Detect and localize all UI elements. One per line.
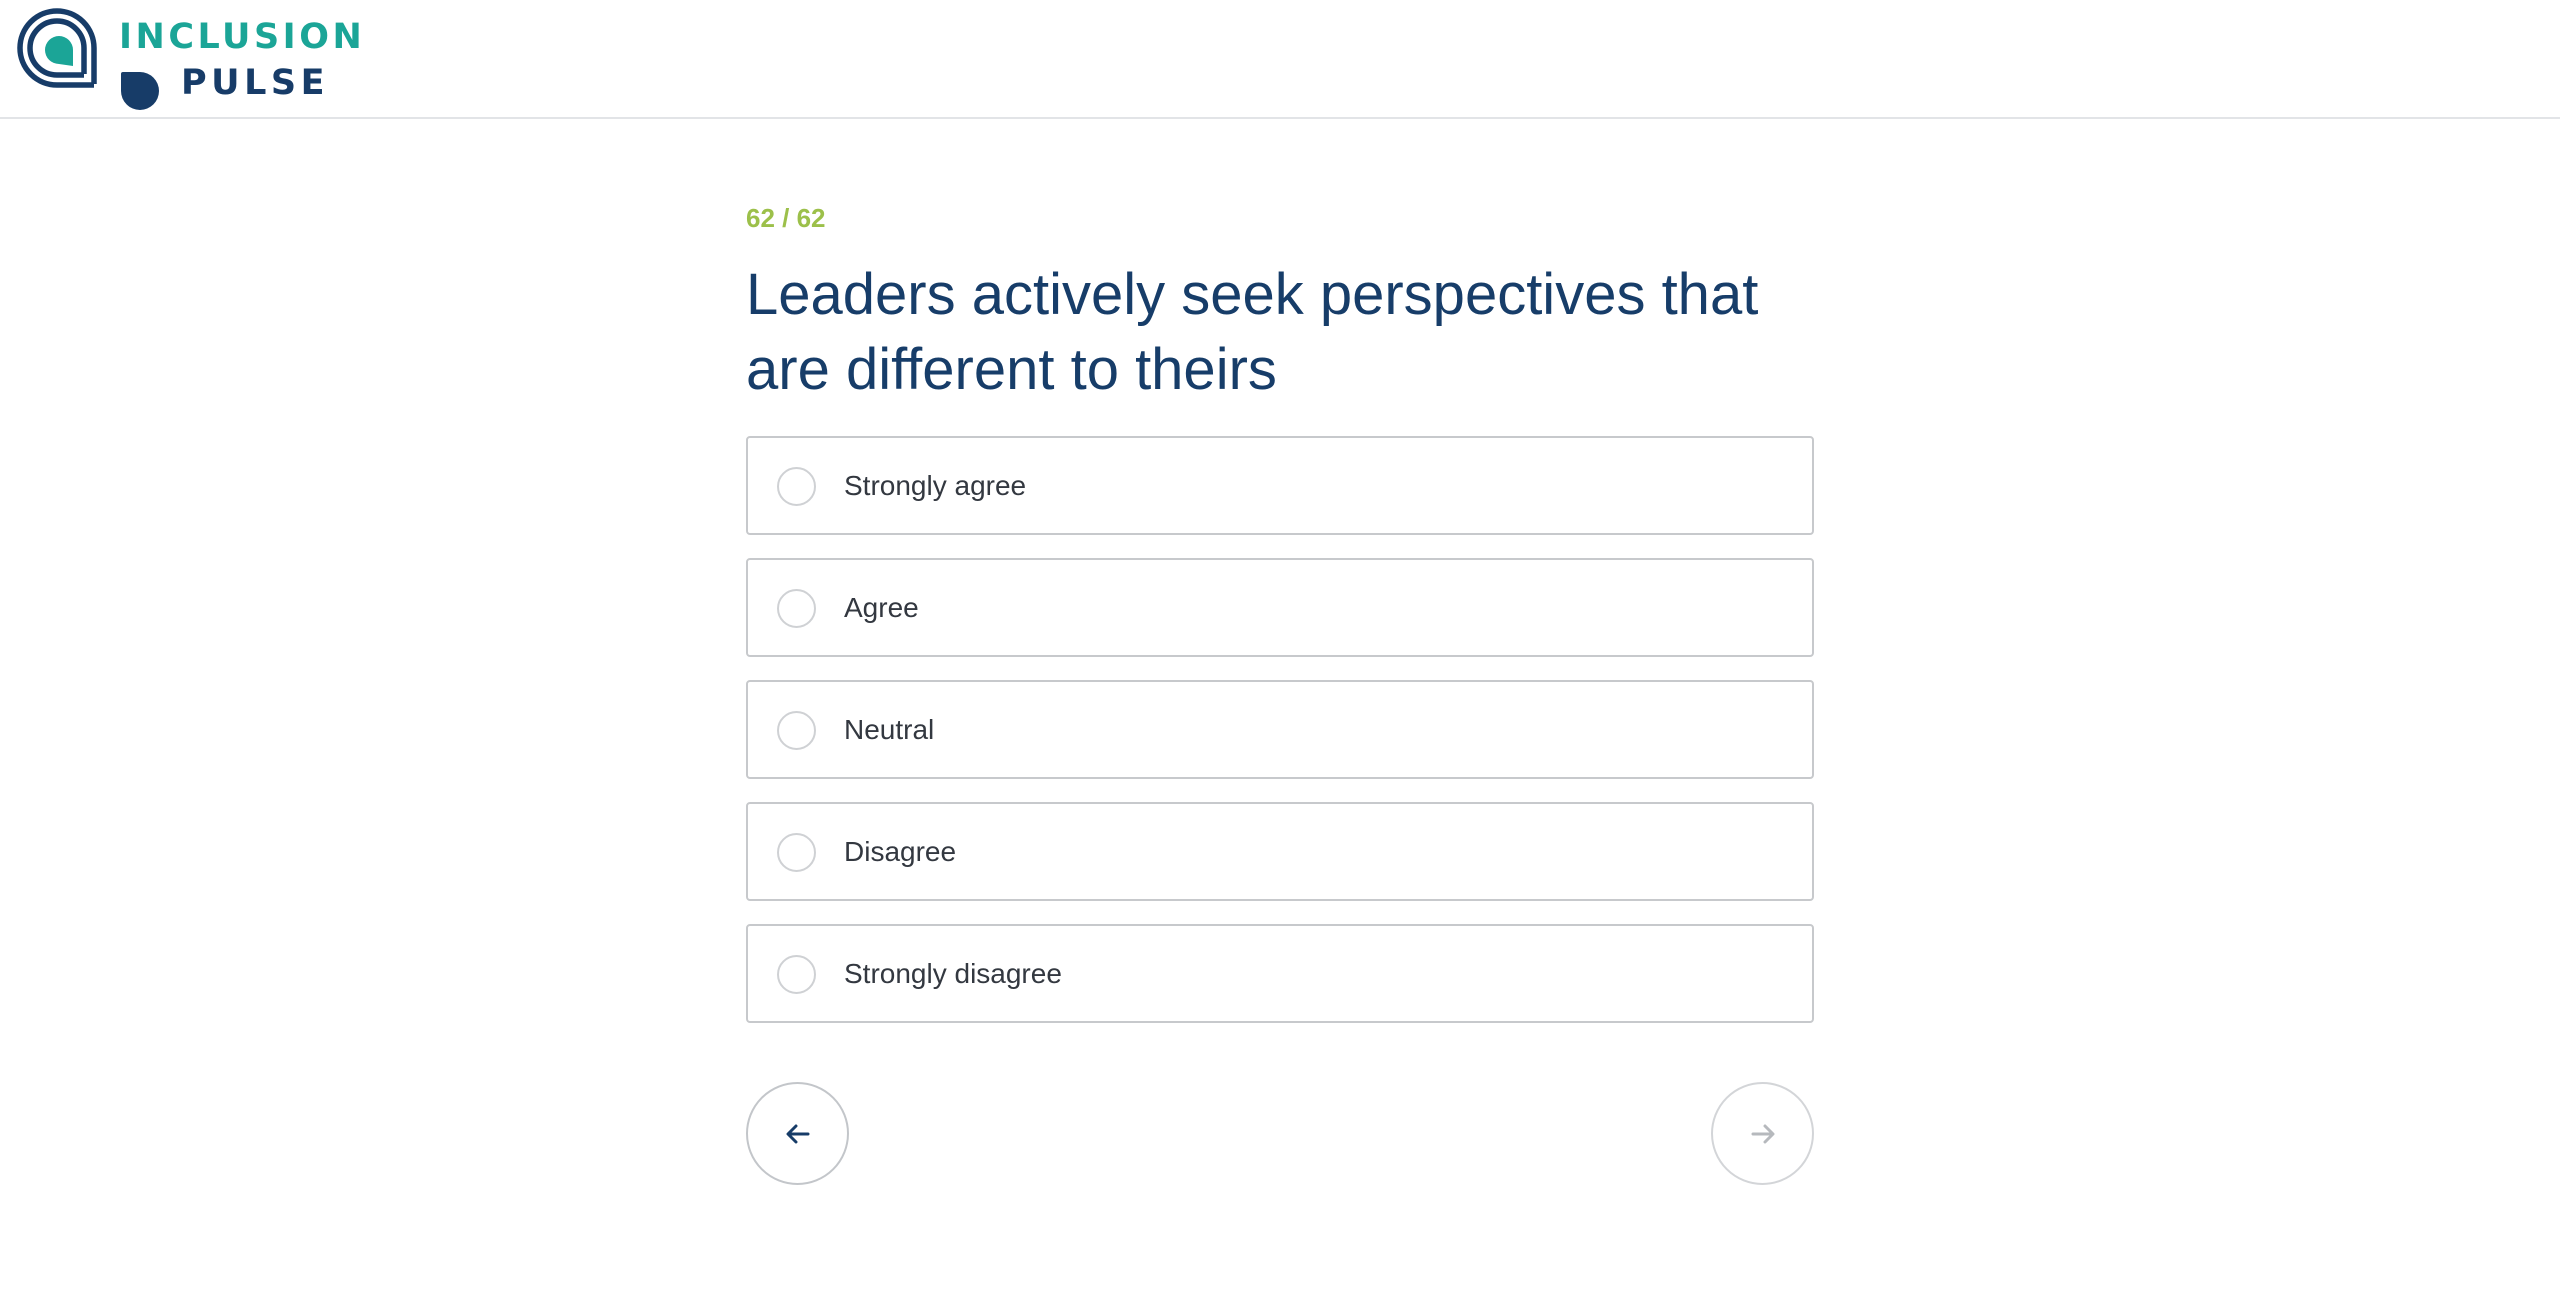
option-label: Strongly agree — [844, 470, 1027, 501]
radio-button[interactable] — [777, 955, 816, 994]
logo-text-inclusion: INCLUSION — [119, 17, 366, 57]
inclusion-pulse-logo[interactable]: INCLUSION PULSE — [16, 6, 362, 114]
option-label: Disagree — [844, 836, 957, 867]
option-label: Neutral — [844, 714, 935, 745]
option-disagree[interactable]: Disagree — [746, 802, 1814, 901]
radio-button[interactable] — [777, 589, 816, 628]
arrow-left-icon — [786, 1124, 809, 1143]
back-button[interactable] — [746, 1082, 849, 1185]
option-label: Agree — [844, 592, 919, 623]
option-label: Strongly disagree — [844, 958, 1062, 989]
radio-button[interactable] — [777, 467, 816, 506]
option-strongly-disagree[interactable]: Strongly disagree — [746, 924, 1814, 1023]
question-counter: 62 / 62 — [746, 203, 826, 233]
option-neutral[interactable]: Neutral — [746, 680, 1814, 779]
survey-question-panel: 62 / 62 Leaders actively seek perspectiv… — [746, 200, 1814, 1185]
option-strongly-agree[interactable]: Strongly agree — [746, 436, 1814, 535]
arrow-right-icon — [1751, 1124, 1774, 1143]
option-agree[interactable]: Agree — [746, 558, 1814, 657]
app-header: INCLUSION PULSE — [0, 0, 2560, 119]
answer-options: Strongly agree Agree Neutral Disagree St… — [746, 436, 1814, 1046]
logo-text-pulse: PULSE — [181, 63, 329, 103]
question-text: Leaders actively seek perspectives that … — [746, 262, 1759, 402]
radio-button[interactable] — [777, 833, 816, 872]
next-button[interactable] — [1711, 1082, 1814, 1185]
radio-button[interactable] — [777, 711, 816, 750]
